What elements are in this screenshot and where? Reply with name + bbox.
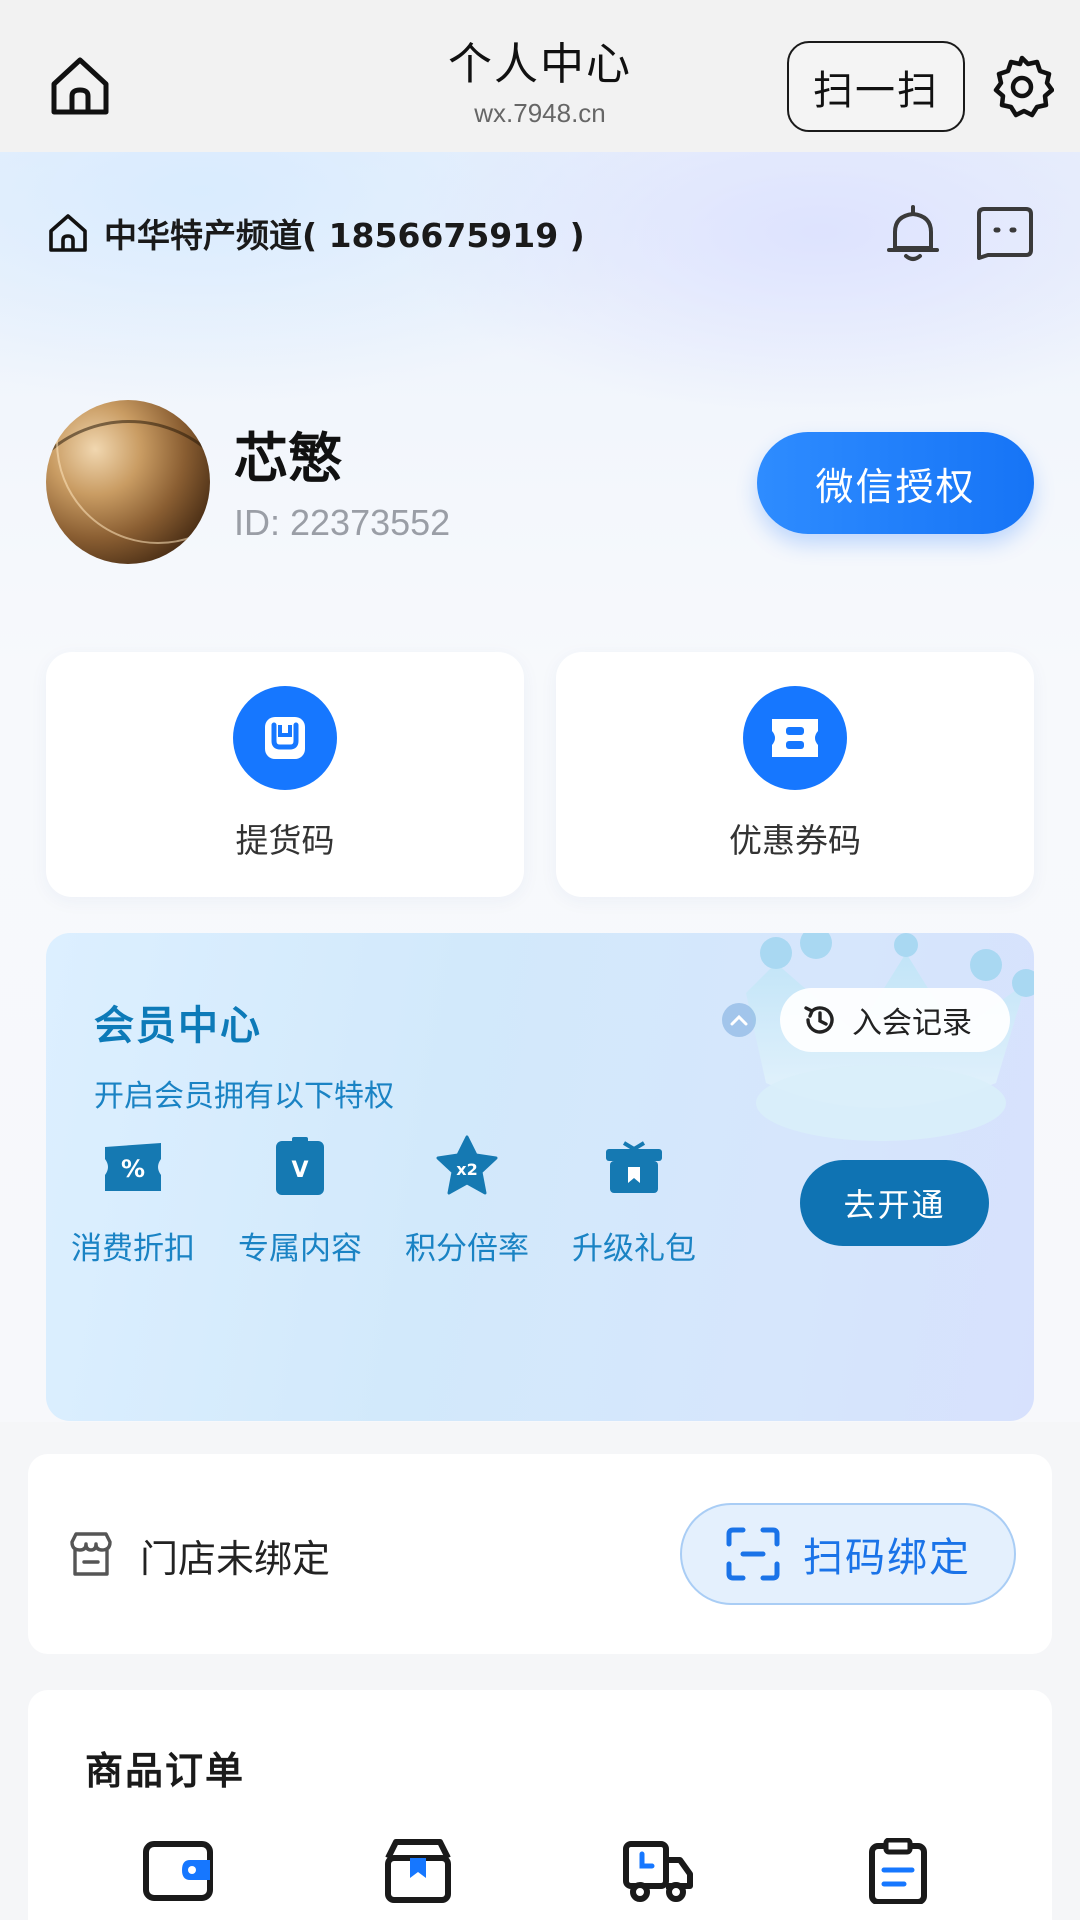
gift-pack-icon (606, 1141, 662, 1193)
package-box-icon[interactable] (382, 1838, 454, 1904)
clipboard-icon[interactable] (862, 1838, 934, 1904)
gear-icon[interactable] (990, 54, 1054, 118)
store-status-text: 门店未绑定 (140, 1537, 331, 1581)
svg-text:x2: x2 (456, 1160, 477, 1179)
coupon-icon (743, 686, 847, 790)
history-icon (804, 1006, 834, 1034)
scan-bind-button[interactable]: 扫码绑定 (680, 1503, 1016, 1605)
member-center-card: 会员中心 开启会员拥有以下特权 入会记录 % 消费折扣 V 专属内容 x2 积分… (46, 933, 1034, 1421)
scan-frame-icon (726, 1527, 780, 1581)
discount-icon: % (105, 1143, 161, 1191)
product-orders-card: 商品订单 (28, 1690, 1052, 1920)
orders-title: 商品订单 (85, 1749, 246, 1793)
top-nav-bar: 个人中心 wx.7948.cn 扫一扫 (0, 0, 1080, 152)
perk-label: 升级礼包 (572, 1231, 696, 1267)
scan-button[interactable]: 扫一扫 (787, 41, 965, 132)
perk-label: 积分倍率 (405, 1231, 529, 1267)
perk-gift-pack[interactable]: 升级礼包 (559, 1133, 709, 1268)
pickup-code-label: 提货码 (235, 821, 335, 860)
perk-discount[interactable]: % 消费折扣 (58, 1133, 208, 1268)
exclusive-content-icon: V (276, 1137, 324, 1195)
perk-points-multiplier[interactable]: x2 积分倍率 (392, 1133, 542, 1268)
scan-bind-label: 扫码绑定 (803, 1535, 971, 1581)
message-icon[interactable] (976, 206, 1034, 260)
wallet-icon[interactable] (142, 1838, 214, 1904)
home-icon (49, 214, 87, 252)
delivery-truck-icon[interactable] (622, 1838, 694, 1904)
chevron-up-icon[interactable] (722, 1003, 756, 1037)
coupon-code-card[interactable]: 优惠券码 (556, 652, 1034, 897)
membership-record-button[interactable]: 入会记录 (780, 988, 1010, 1052)
page-title: 个人中心 (448, 39, 632, 90)
page-domain: wx.7948.cn (474, 98, 606, 128)
nav-title-group: 个人中心 wx.7948.cn (340, 34, 740, 130)
avatar[interactable] (46, 400, 210, 564)
user-id: ID: 22373552 (234, 502, 451, 543)
shop-channel-name: 中华特产频道( 1856675919 ) (104, 216, 585, 255)
pickup-code-icon (233, 686, 337, 790)
svg-text:%: % (121, 1155, 145, 1183)
points-multiplier-icon: x2 (436, 1135, 498, 1195)
perk-exclusive-content[interactable]: V 专属内容 (225, 1133, 375, 1268)
wechat-auth-button[interactable]: 微信授权 (757, 432, 1034, 534)
perk-label: 专属内容 (238, 1231, 362, 1267)
perk-label: 消费折扣 (71, 1231, 195, 1267)
bell-icon[interactable] (885, 204, 941, 264)
open-membership-button[interactable]: 去开通 (800, 1160, 989, 1246)
membership-record-label: 入会记录 (852, 1006, 972, 1041)
store-icon (70, 1532, 112, 1576)
member-center-title: 会员中心 (94, 1003, 262, 1049)
svg-text:V: V (291, 1158, 308, 1183)
shop-channel-row[interactable]: 中华特产频道( 1856675919 ) (46, 208, 585, 258)
pickup-code-card[interactable]: 提货码 (46, 652, 524, 897)
user-name: 芯慜 (234, 427, 342, 490)
home-icon[interactable] (46, 52, 114, 120)
store-binding-card: 门店未绑定 扫码绑定 (28, 1454, 1052, 1654)
member-center-subtitle: 开启会员拥有以下特权 (94, 1079, 394, 1114)
coupon-code-label: 优惠券码 (729, 821, 861, 860)
